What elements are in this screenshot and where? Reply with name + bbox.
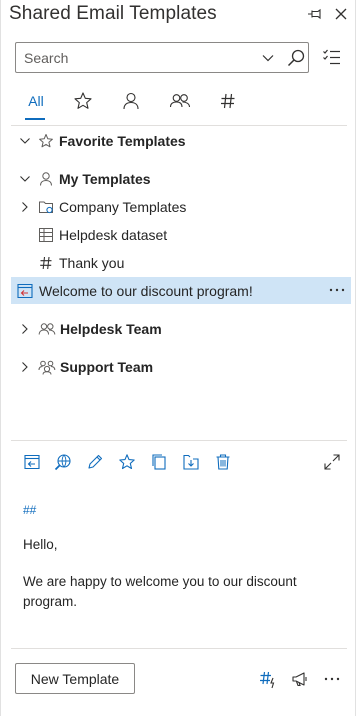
hashtag-lightning-icon xyxy=(260,671,275,689)
people-icon xyxy=(169,94,191,108)
paste-to-email-button[interactable] xyxy=(53,452,73,472)
move-button[interactable] xyxy=(181,452,201,472)
insert-template-icon xyxy=(24,454,40,470)
copy-button[interactable] xyxy=(149,452,169,472)
chevron-right-icon[interactable] xyxy=(19,361,31,373)
table-icon xyxy=(38,227,54,243)
search-dropdown-button[interactable] xyxy=(261,51,275,65)
tree-row-support-team[interactable]: Support Team xyxy=(11,354,351,380)
tree-row-favorite-templates[interactable]: Favorite Templates xyxy=(11,128,351,154)
new-template-button[interactable]: New Template xyxy=(15,663,135,694)
tree-row-helpdesk-team[interactable]: Helpdesk Team xyxy=(11,316,351,342)
tab-favorites[interactable] xyxy=(72,88,94,120)
close-button[interactable] xyxy=(331,4,351,24)
more-options-button[interactable] xyxy=(328,283,346,297)
chevron-down-icon[interactable] xyxy=(19,173,31,185)
chevron-right-icon[interactable] xyxy=(19,201,31,213)
tabs-divider xyxy=(11,125,347,126)
tab-all[interactable]: All xyxy=(23,88,49,120)
toolbar-divider xyxy=(11,440,347,441)
close-icon xyxy=(335,8,347,20)
pin-icon xyxy=(308,8,321,20)
footer-divider xyxy=(11,648,347,649)
copy-icon xyxy=(152,454,166,470)
preview-hashtag: ## xyxy=(23,503,37,517)
people-icon xyxy=(38,321,56,337)
person-icon xyxy=(123,92,139,110)
folder-icon xyxy=(38,199,54,215)
star-icon xyxy=(74,92,92,109)
footer-more-button[interactable] xyxy=(321,668,343,690)
preview-body: We are happy to welcome you to our disco… xyxy=(23,574,297,609)
chevron-down-icon[interactable] xyxy=(19,135,31,147)
tab-shared-teams[interactable] xyxy=(168,88,192,120)
search-icon xyxy=(287,49,305,67)
tree-row-label: My Templates xyxy=(59,171,151,187)
star-icon xyxy=(38,133,54,149)
pin-button[interactable] xyxy=(305,4,325,24)
add-to-favorites-button[interactable] xyxy=(117,452,137,472)
tree-row-my-templates[interactable]: My Templates xyxy=(11,166,351,192)
tree-row-label: Favorite Templates xyxy=(59,133,186,149)
tree-row-thank-you[interactable]: Thank you xyxy=(11,250,351,276)
pencil-icon xyxy=(88,454,103,469)
hashtag-icon xyxy=(221,93,235,109)
tab-all-label: All xyxy=(28,93,44,109)
tab-my-templates[interactable] xyxy=(120,88,142,120)
pane-title: Shared Email Templates xyxy=(9,3,217,24)
expand-preview-button[interactable] xyxy=(322,452,342,472)
tree-row-label: Helpdesk dataset xyxy=(59,227,168,243)
preview-greeting: Hello, xyxy=(23,537,58,552)
tree-row-label: Welcome to our discount program! xyxy=(39,282,253,299)
move-to-folder-icon xyxy=(183,454,199,470)
insert-template-icon xyxy=(16,282,34,300)
active-tab-indicator xyxy=(25,118,45,120)
edit-button[interactable] xyxy=(85,452,105,472)
tree-row-label: Company Templates xyxy=(59,199,187,215)
more-horizontal-icon xyxy=(329,288,345,292)
search-box xyxy=(15,42,309,73)
tree-row-company-templates[interactable]: Company Templates xyxy=(11,194,351,220)
tree-row-helpdesk-dataset[interactable]: Helpdesk dataset xyxy=(11,222,351,248)
insert-button[interactable] xyxy=(22,452,42,472)
tree-row-label: Support Team xyxy=(60,359,154,375)
trash-icon xyxy=(216,454,230,470)
tree-row-welcome-discount[interactable]: Welcome to our discount program! xyxy=(11,277,351,304)
person-icon xyxy=(38,171,54,187)
hashtag-macro-button[interactable] xyxy=(257,668,279,690)
delete-button[interactable] xyxy=(213,452,233,472)
megaphone-icon xyxy=(292,672,307,687)
globe-brush-icon xyxy=(54,454,71,471)
tree-row-label: Helpdesk Team xyxy=(60,321,162,337)
chevron-down-icon xyxy=(262,55,274,62)
announcement-button[interactable] xyxy=(289,668,311,690)
more-horizontal-icon xyxy=(324,677,340,681)
checklist-icon xyxy=(323,49,340,65)
tree-row-label: Thank you xyxy=(59,255,125,271)
search-button[interactable] xyxy=(286,48,306,68)
search-input[interactable] xyxy=(24,49,244,67)
chevron-right-icon[interactable] xyxy=(19,323,31,335)
team-icon xyxy=(38,359,56,375)
star-icon xyxy=(119,454,135,470)
hashtag-icon xyxy=(38,255,54,271)
multi-select-button[interactable] xyxy=(322,48,342,68)
tab-hashtags[interactable] xyxy=(217,88,239,120)
expand-icon xyxy=(324,454,340,470)
